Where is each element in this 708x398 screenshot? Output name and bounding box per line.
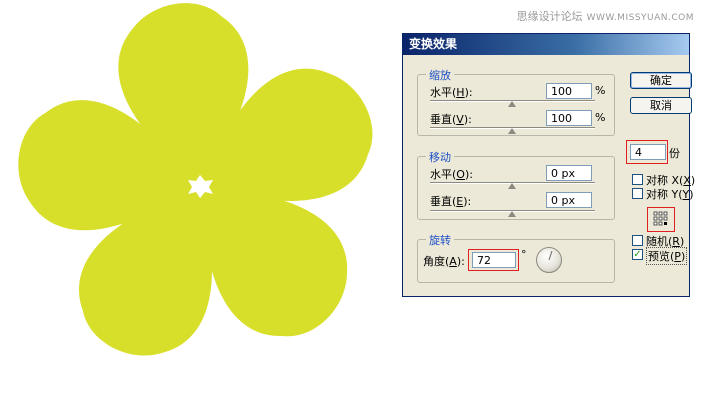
reflect-y-label: 对称 Y(Y) bbox=[646, 188, 694, 201]
scale-horizontal-input[interactable] bbox=[546, 83, 592, 99]
dial-indicator-icon bbox=[548, 250, 553, 261]
locator-highlight-box bbox=[647, 207, 675, 232]
reference-point-locator[interactable] bbox=[647, 207, 675, 232]
flower-shape bbox=[18, 3, 373, 356]
dialog-title: 变换效果 bbox=[409, 37, 458, 51]
dialog-title-bar[interactable]: 变换效果 bbox=[403, 34, 689, 55]
scale-vertical-slider-thumb[interactable] bbox=[508, 128, 516, 134]
move-group: 移动 水平(O): 垂直(E): bbox=[417, 149, 615, 220]
move-vertical-input[interactable] bbox=[546, 192, 592, 208]
rotate-angle-label: 角度(A): bbox=[423, 255, 465, 268]
reflect-y-checkbox[interactable] bbox=[632, 188, 643, 199]
move-group-title: 移动 bbox=[426, 149, 454, 165]
copies-unit: 份 bbox=[669, 147, 680, 160]
rotate-angle-dial[interactable] bbox=[536, 247, 562, 273]
move-vertical-slider-thumb[interactable] bbox=[508, 211, 516, 217]
move-horizontal-label: 水平(O): bbox=[430, 168, 473, 181]
cancel-button[interactable]: 取消 bbox=[630, 97, 692, 114]
ok-button[interactable]: 确定 bbox=[630, 72, 692, 89]
preview-label: 预览(P) bbox=[646, 247, 688, 265]
copies-highlight-box bbox=[626, 140, 668, 164]
scale-horizontal-unit: % bbox=[595, 84, 606, 97]
scale-horizontal-label: 水平(H): bbox=[430, 86, 473, 99]
watermark-site: WWW.MISSYUAN.COM bbox=[586, 13, 694, 23]
preview-checkbox[interactable]: ✓ bbox=[632, 249, 643, 260]
reflect-x-checkbox[interactable] bbox=[632, 174, 643, 185]
scale-group: 缩放 水平(H): % 垂直(V): % bbox=[417, 67, 615, 136]
scale-horizontal-slider-thumb[interactable] bbox=[508, 101, 516, 107]
transform-effect-dialog: 变换效果 缩放 水平(H): % 垂直(V): % 移动 水平(O): 垂直(E… bbox=[402, 33, 695, 297]
scale-vertical-unit: % bbox=[595, 111, 606, 124]
rotate-group: 旋转 角度(A): ° bbox=[417, 232, 615, 283]
move-horizontal-input[interactable] bbox=[546, 165, 592, 181]
scale-vertical-label: 垂直(V): bbox=[430, 113, 472, 126]
move-horizontal-slider-thumb[interactable] bbox=[508, 183, 516, 189]
rotate-group-title: 旋转 bbox=[426, 232, 454, 248]
angle-highlight-box bbox=[468, 249, 519, 271]
watermark-text: 思缘设计论坛 bbox=[516, 10, 583, 23]
flower-artwork bbox=[0, 0, 400, 394]
scale-group-title: 缩放 bbox=[426, 67, 454, 83]
move-vertical-label: 垂直(E): bbox=[430, 195, 472, 208]
random-checkbox[interactable] bbox=[632, 235, 643, 246]
rotate-angle-unit: ° bbox=[521, 248, 527, 261]
check-mark-icon: ✓ bbox=[633, 249, 642, 260]
watermark: 思缘设计论坛 WWW.MISSYUAN.COM bbox=[517, 8, 694, 24]
scale-vertical-input[interactable] bbox=[546, 110, 592, 126]
